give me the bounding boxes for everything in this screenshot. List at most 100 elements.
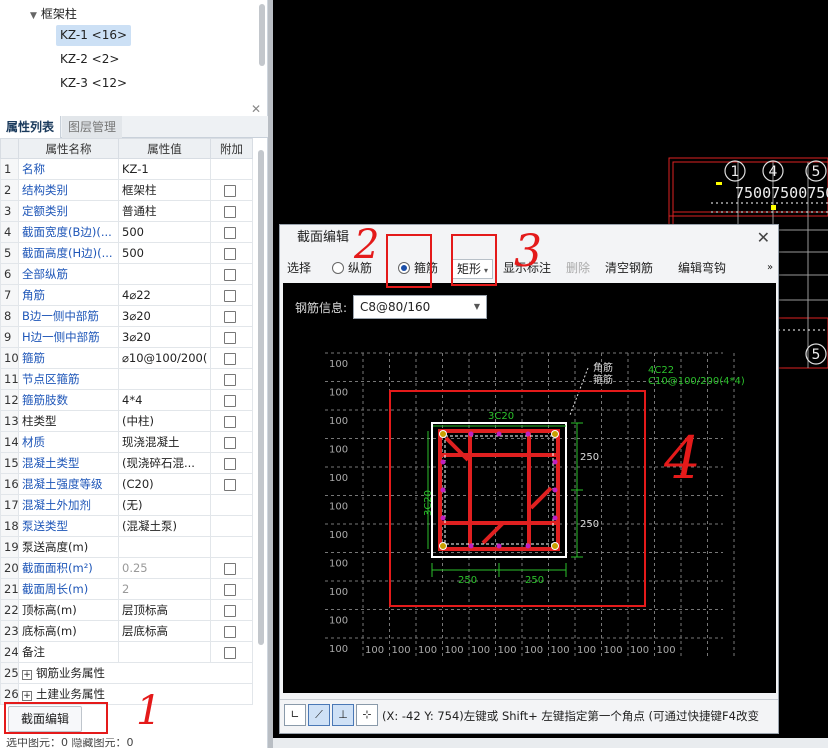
- extra-checkbox[interactable]: [224, 331, 236, 344]
- extra-checkbox[interactable]: [224, 436, 236, 449]
- extra-checkbox[interactable]: [224, 352, 236, 365]
- extra-checkbox[interactable]: [224, 478, 236, 491]
- table-row[interactable]: 21 截面周长(m) 2: [0, 578, 253, 600]
- table-row[interactable]: 16 混凝土强度等级 (C20): [0, 473, 253, 495]
- extra-checkbox[interactable]: [224, 247, 236, 260]
- property-name: 截面周长(m): [18, 578, 119, 600]
- extra-checkbox[interactable]: [224, 415, 236, 428]
- table-row[interactable]: 6 全部纵筋: [0, 263, 253, 285]
- more-tools-icon[interactable]: »: [767, 255, 773, 281]
- table-row[interactable]: 14 材质 现浇混凝土: [0, 431, 253, 453]
- delete-button[interactable]: 删除: [566, 255, 590, 281]
- tab-property-list[interactable]: 属性列表: [0, 116, 62, 138]
- expand-icon[interactable]: +: [22, 691, 32, 701]
- extra-checkbox[interactable]: [224, 373, 236, 386]
- property-value[interactable]: 层顶标高: [118, 599, 211, 621]
- table-row[interactable]: 13 柱类型 (中柱): [0, 410, 253, 432]
- property-value[interactable]: (中柱): [118, 410, 211, 432]
- extra-checkbox[interactable]: [224, 604, 236, 617]
- property-scrollbar[interactable]: [258, 150, 264, 645]
- dialog-close-icon[interactable]: ✕: [757, 228, 770, 247]
- property-value[interactable]: 0.25: [118, 557, 211, 579]
- table-row[interactable]: 7 角筋 4⌀22: [0, 284, 253, 306]
- tree-item-kz1[interactable]: KZ-1 <16>: [56, 25, 132, 46]
- property-value[interactable]: 500: [118, 242, 211, 264]
- extra-checkbox[interactable]: [224, 226, 236, 239]
- extra-checkbox[interactable]: [224, 625, 236, 638]
- tree-item-kz3[interactable]: KZ-3 <12>: [56, 73, 131, 94]
- table-row[interactable]: 23 底标高(m) 层底标高: [0, 620, 253, 642]
- radio-off-icon: [332, 262, 344, 274]
- property-value[interactable]: [118, 536, 211, 558]
- table-row[interactable]: 10 箍筋 ⌀10@100/200(: [0, 347, 253, 369]
- tree-scrollbar[interactable]: [259, 4, 265, 66]
- property-value[interactable]: (混凝土泵): [118, 515, 211, 537]
- property-value[interactable]: 普通柱: [118, 200, 211, 222]
- collapse-caret-icon[interactable]: ▼: [30, 11, 37, 21]
- extra-checkbox[interactable]: [224, 646, 236, 659]
- table-row[interactable]: 9 H边一侧中部筋 3⌀20: [0, 326, 253, 348]
- grid-label-bottom: 100: [551, 645, 570, 656]
- group-row[interactable]: 25 + 钢筋业务属性: [0, 662, 253, 684]
- property-value[interactable]: 2: [118, 578, 211, 600]
- table-row[interactable]: 4 截面宽度(B边)(... 500: [0, 221, 253, 243]
- property-name: 节点区箍筋: [18, 368, 119, 390]
- property-name: 泵送高度(m): [18, 536, 119, 558]
- table-row[interactable]: 17 混凝土外加剂 (无): [0, 494, 253, 516]
- tool-select-button[interactable]: 选择: [287, 255, 311, 281]
- table-row[interactable]: 20 截面面积(m²) 0.25: [0, 557, 253, 579]
- property-value[interactable]: (现浇碎石混...: [118, 452, 211, 474]
- tab-layer-management[interactable]: 图层管理: [62, 116, 123, 138]
- property-value[interactable]: ⌀10@100/200(: [118, 347, 211, 369]
- property-name: 材质: [18, 431, 119, 453]
- property-value[interactable]: KZ-1: [118, 158, 211, 180]
- property-value[interactable]: [118, 641, 211, 663]
- table-row[interactable]: 5 截面高度(H边)(... 500: [0, 242, 253, 264]
- extra-checkbox[interactable]: [224, 562, 236, 575]
- property-value[interactable]: 4⌀22: [118, 284, 211, 306]
- extra-checkbox[interactable]: [224, 394, 236, 407]
- property-value[interactable]: 3⌀20: [118, 326, 211, 348]
- tree-node-frame-column[interactable]: ▼ 框架柱: [30, 5, 77, 22]
- property-value[interactable]: [118, 368, 211, 390]
- edit-hook-button[interactable]: 编辑弯钩: [678, 255, 726, 281]
- table-row[interactable]: 24 备注: [0, 641, 253, 663]
- property-value[interactable]: [118, 263, 211, 285]
- group-label[interactable]: + 钢筋业务属性: [18, 662, 253, 684]
- property-value[interactable]: (无): [118, 494, 211, 516]
- close-panel-icon[interactable]: ✕: [251, 102, 261, 116]
- expand-icon[interactable]: +: [22, 670, 32, 680]
- row-index: 5: [0, 242, 19, 264]
- table-row[interactable]: 18 泵送类型 (混凝土泵): [0, 515, 253, 537]
- extra-checkbox[interactable]: [224, 457, 236, 470]
- property-value[interactable]: 现浇混凝土: [118, 431, 211, 453]
- clear-rebar-button[interactable]: 清空钢筋: [605, 255, 653, 281]
- extra-checkbox[interactable]: [224, 268, 236, 281]
- property-value[interactable]: 4*4: [118, 389, 211, 411]
- property-value[interactable]: 500: [118, 221, 211, 243]
- extra-checkbox[interactable]: [224, 289, 236, 302]
- property-value[interactable]: 3⌀20: [118, 305, 211, 327]
- table-row[interactable]: 1 名称 KZ-1: [0, 158, 253, 180]
- table-row[interactable]: 12 箍筋肢数 4*4: [0, 389, 253, 411]
- extra-checkbox[interactable]: [224, 184, 236, 197]
- table-row[interactable]: 8 B边一侧中部筋 3⌀20: [0, 305, 253, 327]
- table-row[interactable]: 22 顶标高(m) 层顶标高: [0, 599, 253, 621]
- perpendicular-icon[interactable]: ⊥: [332, 704, 354, 726]
- group-text: 土建业务属性: [36, 687, 105, 701]
- property-value[interactable]: (C20): [118, 473, 211, 495]
- property-value[interactable]: 层底标高: [118, 620, 211, 642]
- extra-checkbox[interactable]: [224, 310, 236, 323]
- property-value[interactable]: 框架柱: [118, 179, 211, 201]
- line-icon[interactable]: ⟋: [308, 704, 330, 726]
- table-row[interactable]: 3 定额类别 普通柱: [0, 200, 253, 222]
- table-row[interactable]: 15 混凝土类型 (现浇碎石混...: [0, 452, 253, 474]
- extra-checkbox[interactable]: [224, 583, 236, 596]
- table-row[interactable]: 19 泵送高度(m): [0, 536, 253, 558]
- ortho-icon[interactable]: ∟: [284, 704, 306, 726]
- dimension-icon[interactable]: ⊹: [356, 704, 378, 726]
- tree-item-kz2[interactable]: KZ-2 <2>: [56, 49, 123, 70]
- table-row[interactable]: 2 结构类别 框架柱: [0, 179, 253, 201]
- extra-checkbox[interactable]: [224, 205, 236, 218]
- table-row[interactable]: 11 节点区箍筋: [0, 368, 253, 390]
